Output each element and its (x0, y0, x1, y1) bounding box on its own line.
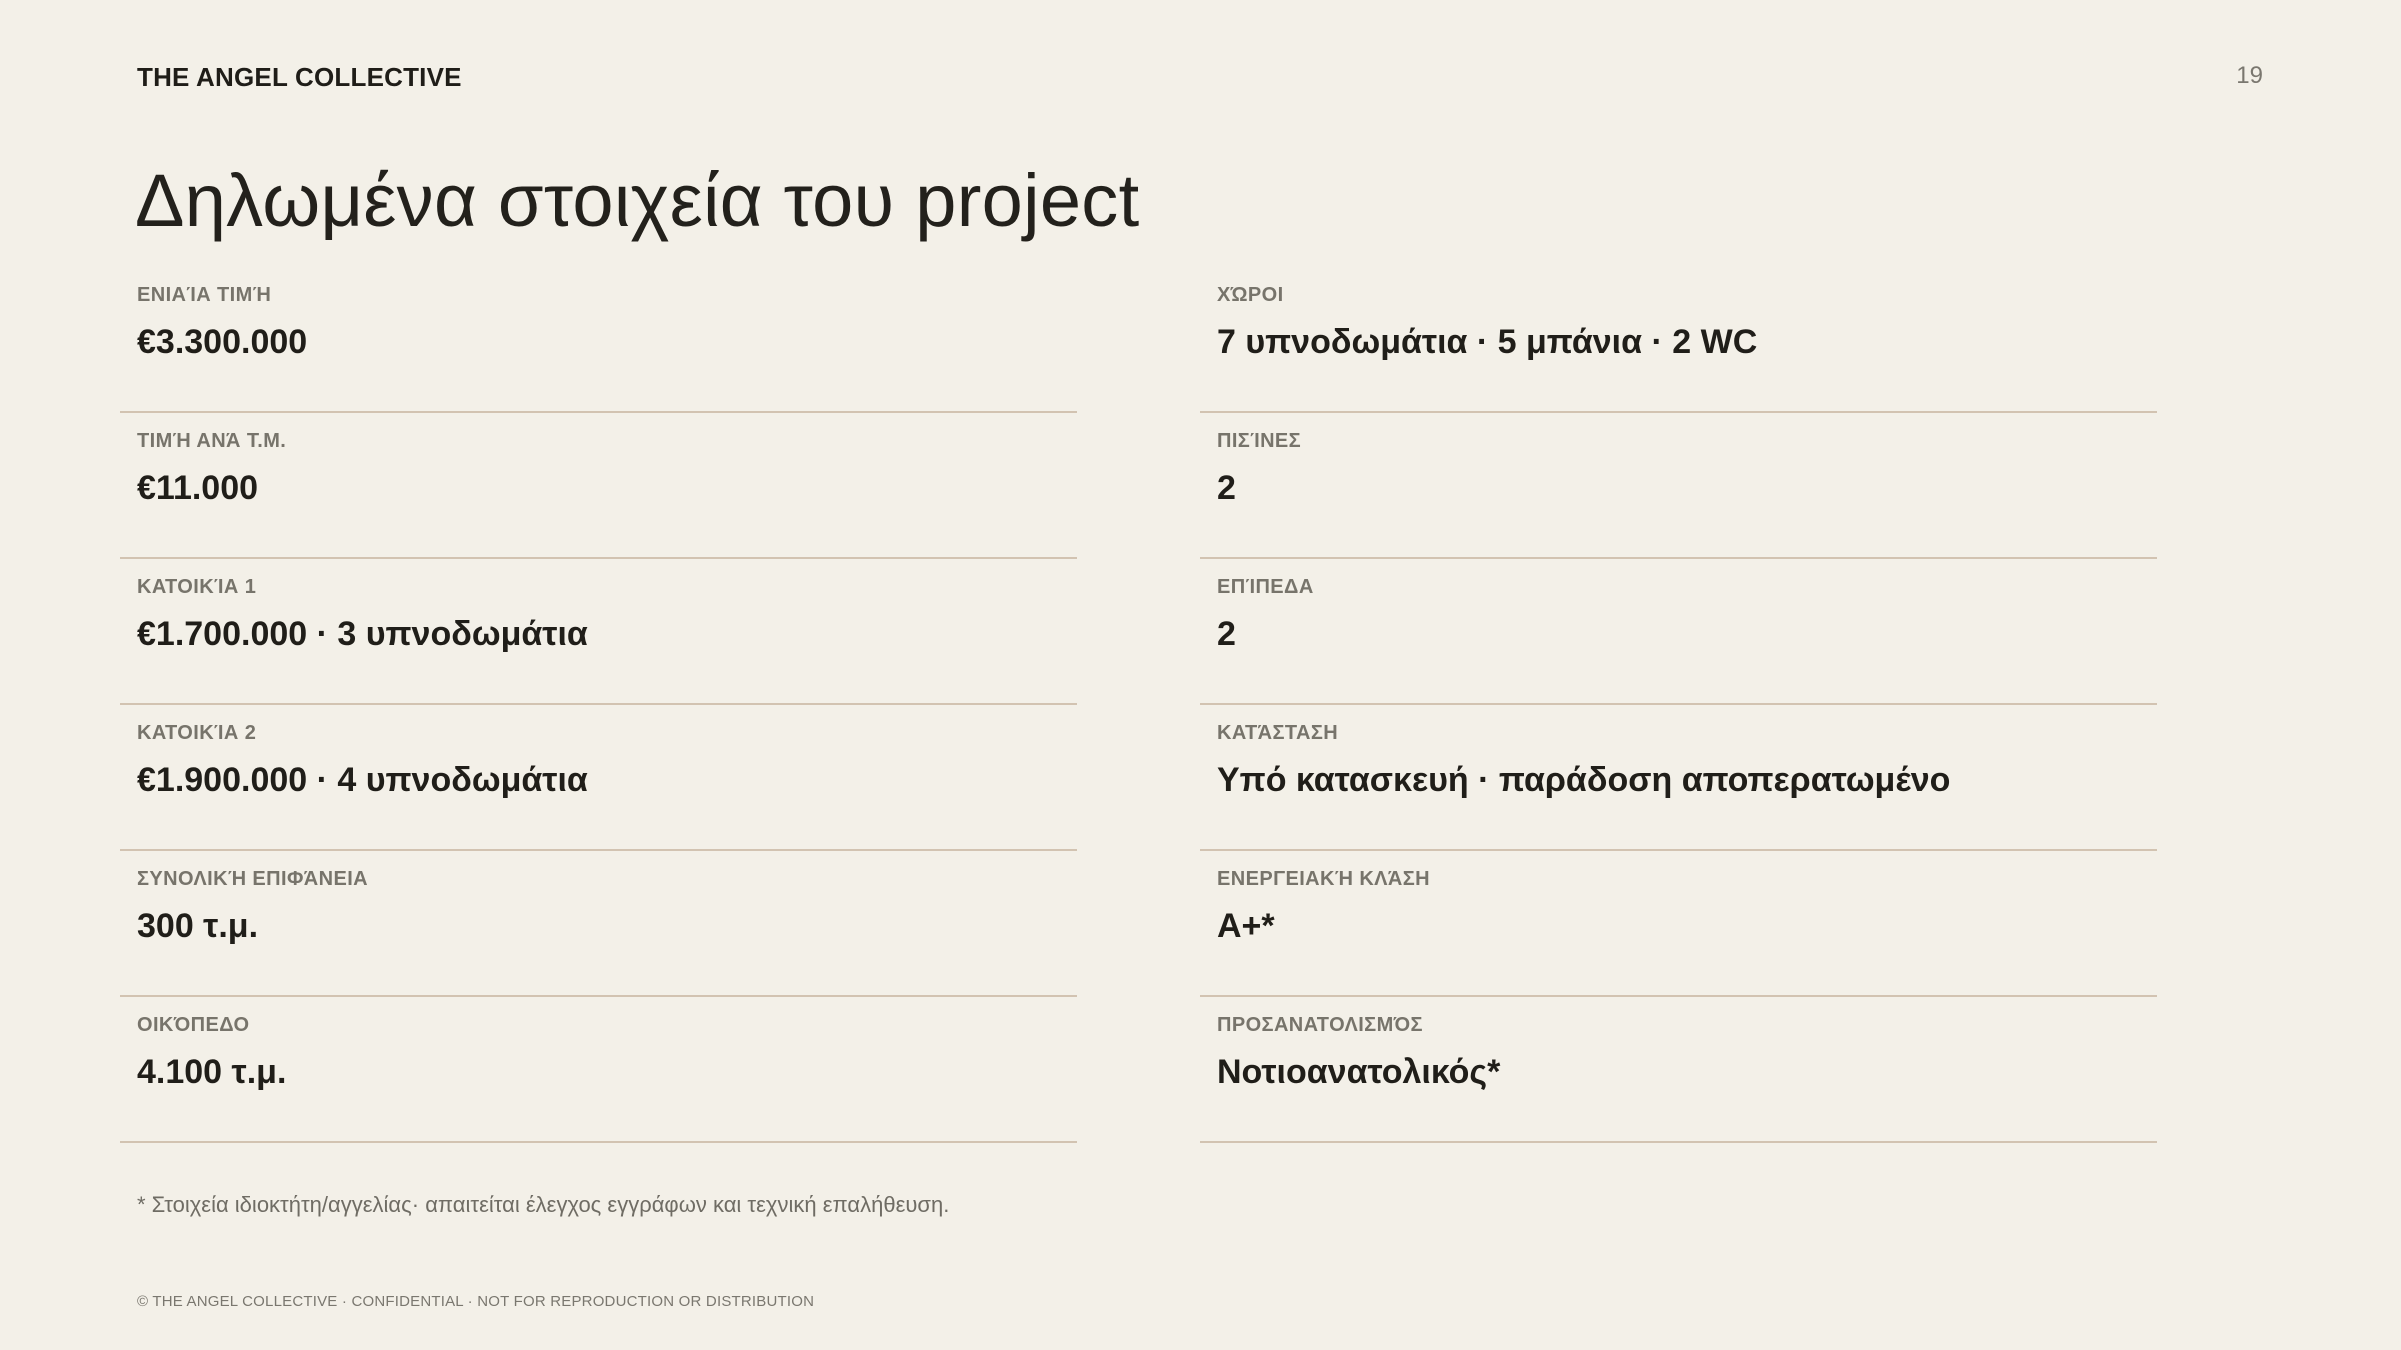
detail-field-residence-1: ΚΑΤΟΙΚΊΑ 1 €1.700.000 · 3 υπνοδωμάτια (120, 560, 1077, 705)
field-label: ΟΙΚΌΠΕΔΟ (137, 1014, 250, 1036)
field-label: ΕΝΙΑΊΑ ΤΙΜΉ (137, 284, 272, 306)
detail-field-residence-2: ΚΑΤΟΙΚΊΑ 2 €1.900.000 · 4 υπνοδωμάτια (120, 706, 1077, 851)
field-value: 300 τ.μ. (137, 907, 259, 945)
detail-field-status: ΚΑΤΆΣΤΑΣΗ Υπό κατασκευή · παράδοση αποπε… (1200, 706, 2157, 851)
right-details-column: ΧΏΡΟΙ 7 υπνοδωμάτια · 5 μπάνια · 2 WC ΠΙ… (1200, 268, 2157, 1144)
detail-field-unified-price: ΕΝΙΑΊΑ ΤΙΜΉ €3.300.000 (120, 268, 1077, 413)
detail-field-rooms: ΧΏΡΟΙ 7 υπνοδωμάτια · 5 μπάνια · 2 WC (1200, 268, 2157, 413)
field-value: 2 (1217, 469, 1236, 507)
field-label: ΤΙΜΉ ΑΝΆ Τ.Μ. (137, 430, 287, 452)
detail-field-pools: ΠΙΣΊΝΕΣ 2 (1200, 414, 2157, 559)
footnote: * Στοιχεία ιδιοκτήτη/αγγελίας· απαιτείτα… (137, 1192, 950, 1217)
field-label: ΧΏΡΟΙ (1217, 284, 1284, 306)
brand-name: THE ANGEL COLLECTIVE (137, 62, 462, 92)
detail-field-levels: ΕΠΊΠΕΔΑ 2 (1200, 560, 2157, 705)
field-value: €11.000 (137, 469, 259, 507)
field-value: €1.700.000 · 3 υπνοδωμάτια (137, 615, 588, 653)
field-label: ΚΑΤΟΙΚΊΑ 1 (137, 576, 257, 598)
detail-field-plot: ΟΙΚΌΠΕΔΟ 4.100 τ.μ. (120, 998, 1077, 1143)
field-label: ΠΡΟΣΑΝΑΤΟΛΙΣΜΌΣ (1217, 1014, 1423, 1036)
field-label: ΕΠΊΠΕΔΑ (1217, 576, 1314, 598)
detail-field-orientation: ΠΡΟΣΑΝΑΤΟΛΙΣΜΌΣ Νοτιοανατολικός* (1200, 998, 2157, 1143)
page-number: 19 (2236, 62, 2263, 89)
detail-field-energy-class: ΕΝΕΡΓΕΙΑΚΉ ΚΛΆΣΗ A+* (1200, 852, 2157, 997)
field-value: €1.900.000 · 4 υπνοδωμάτια (137, 761, 588, 799)
field-label: ΚΑΤΟΙΚΊΑ 2 (137, 722, 257, 744)
field-value: A+* (1217, 907, 1275, 945)
field-label: ΠΙΣΊΝΕΣ (1217, 430, 1302, 452)
field-label: ΕΝΕΡΓΕΙΑΚΉ ΚΛΆΣΗ (1217, 868, 1431, 890)
field-value: 4.100 τ.μ. (137, 1053, 287, 1091)
field-value: 7 υπνοδωμάτια · 5 μπάνια · 2 WC (1217, 323, 1758, 361)
field-label: ΚΑΤΆΣΤΑΣΗ (1217, 722, 1339, 744)
field-label: ΣΥΝΟΛΙΚΉ ΕΠΙΦΆΝΕΙΑ (137, 868, 368, 890)
left-details-column: ΕΝΙΑΊΑ ΤΙΜΉ €3.300.000 ΤΙΜΉ ΑΝΆ Τ.Μ. €11… (120, 268, 1077, 1144)
detail-field-total-area: ΣΥΝΟΛΙΚΉ ΕΠΙΦΆΝΕΙΑ 300 τ.μ. (120, 852, 1077, 997)
field-value: €3.300.000 (137, 323, 308, 361)
field-value: Νοτιοανατολικός* (1217, 1053, 1501, 1091)
page-title: Δηλωμένα στοιχεία του project (135, 159, 1140, 242)
field-value: 2 (1217, 615, 1236, 653)
field-value: Υπό κατασκευή · παράδοση αποπερατωμένο (1217, 761, 1951, 799)
confidentiality-footer: © THE ANGEL COLLECTIVE · CONFIDENTIAL · … (137, 1293, 815, 1310)
detail-field-price-per-sqm: ΤΙΜΉ ΑΝΆ Τ.Μ. €11.000 (120, 414, 1077, 559)
